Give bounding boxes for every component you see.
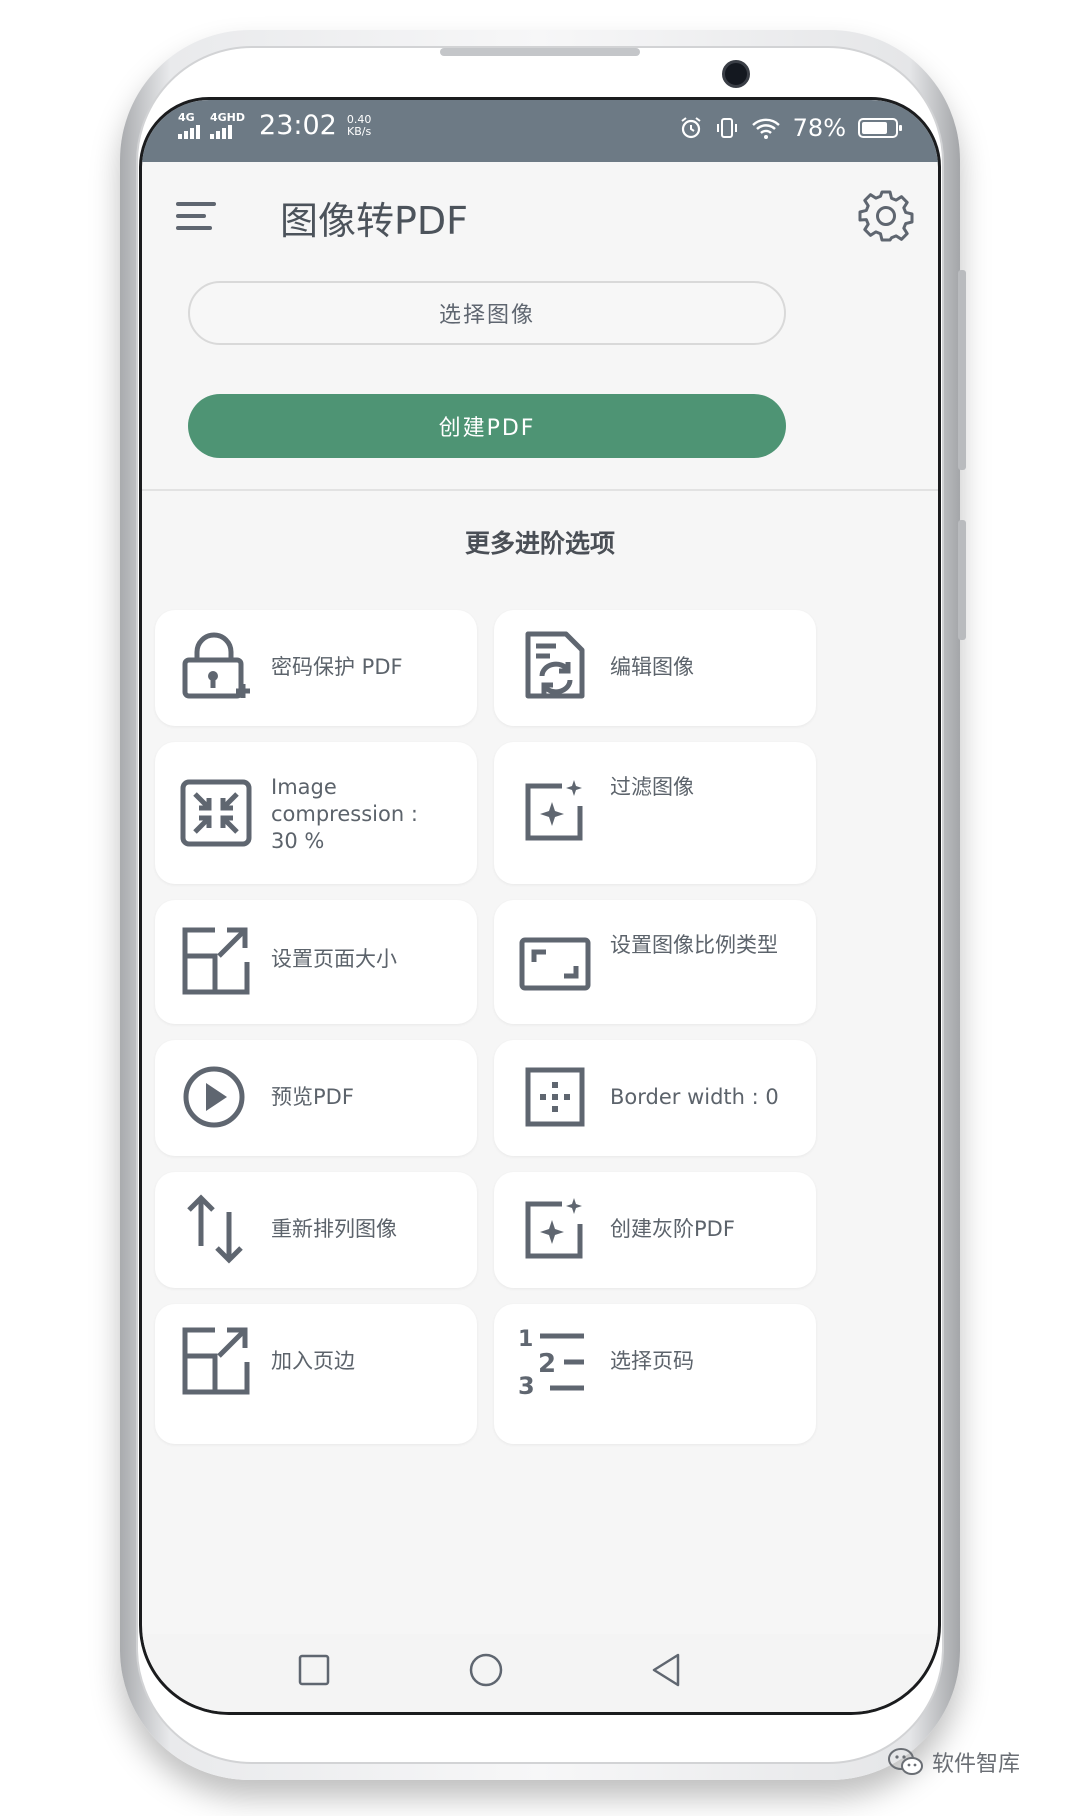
margin-icon <box>182 1327 250 1395</box>
option-label: 选择页码 <box>610 1349 694 1373</box>
option-filter-images[interactable]: 过滤图像 <box>494 742 816 884</box>
aspect-ratio-icon <box>519 937 591 991</box>
reorder-icon <box>187 1194 243 1264</box>
menu-icon[interactable] <box>176 200 216 232</box>
app-bar: 图像转PDF <box>142 162 938 272</box>
volume-button <box>958 270 966 470</box>
page-size-icon <box>182 927 250 995</box>
option-label: 重新排列图像 <box>271 1217 397 1241</box>
divider <box>142 489 938 491</box>
svg-text:3: 3 <box>518 1372 535 1396</box>
edit-image-icon <box>525 631 585 699</box>
option-label: 编辑图像 <box>610 655 694 679</box>
option-grayscale-pdf[interactable]: 创建灰阶PDF <box>494 1172 816 1288</box>
wechat-icon <box>888 1748 923 1775</box>
option-image-compression[interactable]: Image compression : 30 % <box>155 742 477 884</box>
svg-text:2: 2 <box>538 1349 556 1379</box>
option-label: 设置页面大小 <box>271 947 397 971</box>
option-preview-pdf[interactable]: 预览PDF <box>155 1040 477 1156</box>
status-bar: 4G 4GHD 23:02 0.40 KB/s 78% <box>142 100 938 162</box>
lock-add-icon <box>182 632 250 699</box>
vibrate-icon <box>716 118 737 138</box>
section-title: 更多进阶选项 <box>464 529 615 558</box>
phone-screen: 4G 4GHD 23:02 0.40 KB/s 78% 图像转PDF 选择图像 … <box>139 97 941 1715</box>
option-add-margins[interactable]: 加入页边 <box>155 1304 477 1444</box>
option-label: 创建灰阶PDF <box>610 1217 735 1241</box>
battery-percent: 78% <box>792 114 846 142</box>
signal-2: 4GHD <box>210 112 245 139</box>
play-icon <box>183 1066 245 1128</box>
option-border-width[interactable]: Border width : 0 <box>494 1040 816 1156</box>
home-circle-icon[interactable] <box>468 1652 504 1688</box>
signal-bars-icon <box>210 125 232 139</box>
option-label: 过滤图像 <box>610 775 694 799</box>
recents-square-icon[interactable] <box>296 1652 332 1688</box>
signal-bars-icon <box>178 125 200 139</box>
battery-fill <box>862 122 887 134</box>
option-label: 设置图像比例类型 <box>610 933 778 957</box>
option-page-size[interactable]: 设置页面大小 <box>155 900 477 1024</box>
network-type-2: 4GHD <box>210 111 246 124</box>
option-reorder-images[interactable]: 重新排列图像 <box>155 1172 477 1288</box>
filter-sparkle-icon <box>525 780 583 841</box>
battery-icon <box>858 118 902 138</box>
signal-1: 4G <box>178 112 200 139</box>
back-triangle-icon[interactable] <box>648 1652 684 1688</box>
grayscale-sparkle-icon <box>525 1198 583 1259</box>
watermark-text: 软件智库 <box>932 1752 1021 1777</box>
option-edit-image[interactable]: 编辑图像 <box>494 610 816 726</box>
svg-text:1: 1 <box>518 1327 533 1352</box>
border-icon <box>525 1067 585 1127</box>
earpiece-speaker <box>440 48 640 56</box>
page-title: 图像转PDF <box>280 199 469 243</box>
alarm-icon <box>681 117 701 139</box>
option-label: Border width : 0 <box>610 1085 779 1109</box>
option-page-numbers[interactable]: 1 2 3 选择页码 <box>494 1304 816 1444</box>
option-label: 预览PDF <box>271 1085 354 1109</box>
option-label: 密码保护 PDF <box>271 655 403 679</box>
compress-icon <box>180 779 252 847</box>
speed-unit: KB/s <box>346 124 372 138</box>
speed-value: 0.40 <box>346 112 372 126</box>
create-pdf-button[interactable]: 创建PDF <box>188 394 786 458</box>
watermark: 软件智库 <box>888 1746 1020 1778</box>
system-nav-bar <box>142 1634 938 1712</box>
wifi-icon <box>751 118 780 139</box>
power-button <box>958 520 966 640</box>
front-camera <box>722 60 750 88</box>
clock: 23:02 <box>259 110 337 141</box>
page-numbers-icon: 1 2 3 <box>518 1327 584 1396</box>
option-label: Image compression : 30 % <box>271 775 418 853</box>
network-type-1: 4G <box>178 111 195 124</box>
settings-gear-icon[interactable] <box>858 188 914 244</box>
option-label: 加入页边 <box>271 1349 355 1373</box>
option-aspect-ratio[interactable]: 设置图像比例类型 <box>494 900 816 1024</box>
select-images-button[interactable]: 选择图像 <box>188 281 786 345</box>
network-speed: 0.40 KB/s <box>346 112 372 138</box>
option-password-protect[interactable]: 密码保护 PDF <box>155 610 477 726</box>
